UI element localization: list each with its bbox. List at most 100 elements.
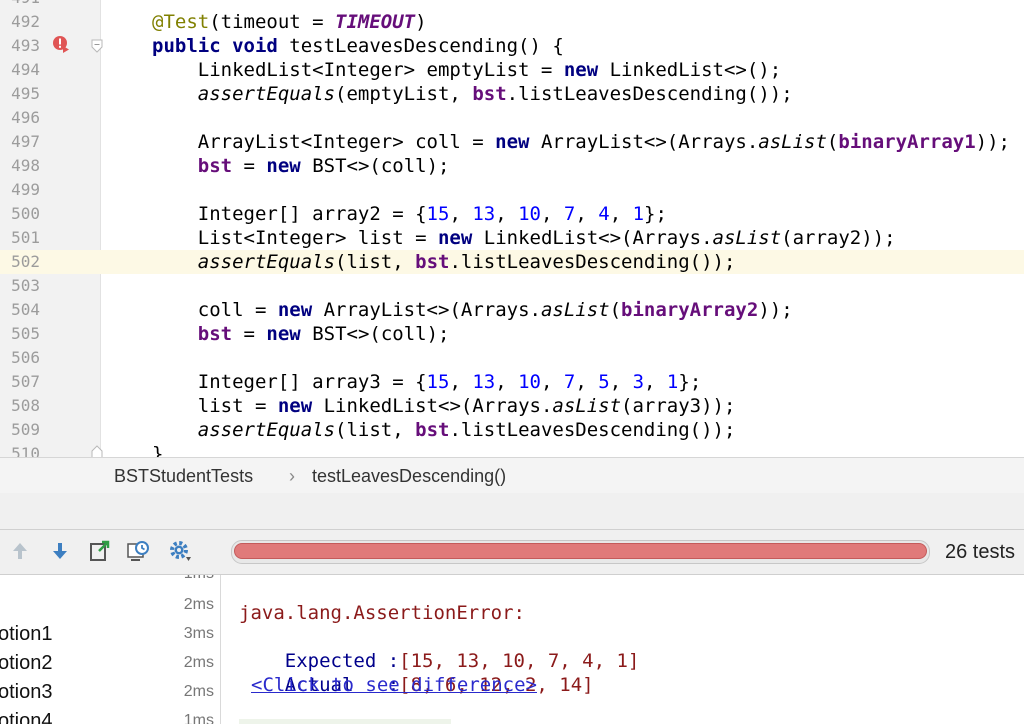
code-line[interactable]: 501 List<Integer> list = new LinkedList<… xyxy=(0,226,1024,250)
breadcrumb-class[interactable]: BSTStudentTests xyxy=(114,466,253,487)
code-line[interactable]: 497 ArrayList<Integer> coll = new ArrayL… xyxy=(0,130,1024,154)
diff-link[interactable]: <Click to see difference> xyxy=(251,673,537,697)
arrow-down-icon[interactable] xyxy=(48,539,72,563)
code-token: 7 xyxy=(563,203,576,225)
code-line[interactable]: 491 xyxy=(0,0,1024,10)
code-line[interactable]: 510} xyxy=(0,442,1024,457)
code-line[interactable]: 506 xyxy=(0,346,1024,370)
code-line[interactable]: 493 public void testLeavesDescending() { xyxy=(0,34,1024,58)
code-token: 3 xyxy=(632,371,645,393)
tool-window-header xyxy=(0,493,1024,530)
code-editor[interactable]: 491 492 @Test(timeout = TIMEOUT) 493 public … xyxy=(0,0,1024,457)
arrow-up-icon[interactable] xyxy=(8,539,32,563)
code-token: new xyxy=(277,299,324,321)
code-token: .listLeavesDescending()); xyxy=(506,83,793,105)
code-token: testLeavesDescending() { xyxy=(289,35,564,57)
code-line[interactable]: 508 list = new LinkedList<>(Arrays.asLis… xyxy=(0,394,1024,418)
code-token: ArrayList<>(Arrays. xyxy=(540,131,759,153)
tests-count-label: 26 tests xyxy=(945,541,1016,563)
code-token: ( xyxy=(609,299,622,321)
code-token: (timeout = xyxy=(209,11,336,33)
code-line[interactable]: 495 assertEquals(emptyList, bst.listLeav… xyxy=(0,82,1024,106)
code-line[interactable]: 507 Integer[] array3 = {15, 13, 10, 7, 5… xyxy=(0,370,1024,394)
test-row[interactable]: otion1 3ms xyxy=(0,621,220,650)
code-line[interactable]: 505 bst = new BST<>(coll); xyxy=(0,322,1024,346)
code-token: ( xyxy=(826,131,839,153)
test-results-tree[interactable]: 1ms 2ms otion1 3ms otion2 2ms otion3 2ms… xyxy=(0,575,221,724)
code-token: TIMEOUT xyxy=(335,11,416,33)
test-row[interactable]: otion3 2ms xyxy=(0,679,220,708)
code-token: BST<>(coll); xyxy=(312,323,450,345)
fold-marker-icon[interactable] xyxy=(91,39,103,53)
code-token: 10 xyxy=(518,371,541,393)
code-token: ArrayList<Integer> coll = xyxy=(152,131,496,153)
line-number: 507 xyxy=(11,372,40,391)
code-line[interactable]: 504 coll = new ArrayList<>(Arrays.asList… xyxy=(0,298,1024,322)
code-token: 5 xyxy=(598,371,610,393)
code-line[interactable]: 496 xyxy=(0,106,1024,130)
code-token: new xyxy=(495,131,541,153)
code-token: binaryArray2 xyxy=(621,299,759,321)
line-number: 498 xyxy=(11,156,40,175)
code-token: (list, xyxy=(335,419,416,441)
code-line[interactable]: 494 LinkedList<Integer> emptyList = new … xyxy=(0,58,1024,82)
code-line[interactable]: 502 assertEquals(list, bst.listLeavesDes… xyxy=(0,250,1024,274)
fold-end-marker-icon[interactable] xyxy=(91,445,103,457)
code-token: assertEquals xyxy=(197,251,336,273)
code-token: , xyxy=(541,203,564,225)
code-token: 15 xyxy=(426,371,450,393)
code-token: 4 xyxy=(598,203,610,225)
export-icon[interactable] xyxy=(88,539,112,563)
code-token: Integer[] array3 = { xyxy=(152,371,427,393)
code-token: 10 xyxy=(518,203,541,225)
code-token: 1 xyxy=(666,371,679,393)
code-line[interactable]: 509 assertEquals(list, bst.listLeavesDes… xyxy=(0,418,1024,442)
code-token: 13 xyxy=(472,203,496,225)
line-number: 501 xyxy=(11,228,40,247)
history-icon[interactable] xyxy=(126,539,150,563)
code-token: BST<>(coll); xyxy=(312,155,450,177)
test-row[interactable]: 2ms xyxy=(0,592,220,621)
code-token: , xyxy=(644,371,667,393)
assertion-error-line: java.lang.AssertionError: xyxy=(239,602,525,624)
code-token: new xyxy=(266,155,313,177)
breadcrumb-method[interactable]: testLeavesDescending() xyxy=(312,466,506,487)
code-text: coll = new ArrayList<>(Arrays.asList(bin… xyxy=(152,298,793,322)
code-token: LinkedList<Integer> emptyList = xyxy=(152,59,564,81)
code-line[interactable]: 492 @Test(timeout = TIMEOUT) xyxy=(0,10,1024,34)
line-number: 499 xyxy=(11,180,40,199)
line-number: 493 xyxy=(11,36,40,55)
test-row[interactable]: otion4 1ms xyxy=(0,708,220,724)
code-line[interactable]: 499 xyxy=(0,178,1024,202)
code-text: public void testLeavesDescending() { xyxy=(152,34,564,58)
code-token: Integer[] array2 = { xyxy=(152,203,427,225)
code-text: List<Integer> list = new LinkedList<>(Ar… xyxy=(152,226,896,250)
code-token: bst xyxy=(197,155,233,177)
code-token: assertEquals xyxy=(197,419,336,441)
code-token: bst xyxy=(472,83,507,105)
code-text: assertEquals(list, bst.listLeavesDescend… xyxy=(152,250,736,274)
code-token: = xyxy=(232,323,267,345)
console-output[interactable]: java.lang.AssertionError: Expected :[15,… xyxy=(221,575,1024,724)
code-token: , xyxy=(449,371,473,393)
code-line[interactable]: 498 bst = new BST<>(coll); xyxy=(0,154,1024,178)
code-text: @Test(timeout = TIMEOUT) xyxy=(152,10,427,34)
test-row[interactable]: 1ms xyxy=(0,575,220,590)
code-token: LinkedList<>(); xyxy=(609,59,782,81)
line-number: 492 xyxy=(11,12,40,31)
code-token: new xyxy=(563,59,610,81)
code-line[interactable]: 500 Integer[] array2 = {15, 13, 10, 7, 4… xyxy=(0,202,1024,226)
test-failed-run-icon[interactable] xyxy=(52,35,70,53)
code-token: (array2)); xyxy=(781,227,896,249)
code-token: = xyxy=(232,155,267,177)
code-text: list = new LinkedList<>(Arrays.asList(ar… xyxy=(152,394,736,418)
settings-gear-icon[interactable] xyxy=(168,539,192,563)
code-line[interactable]: 503 xyxy=(0,274,1024,298)
code-token: , xyxy=(609,371,633,393)
code-token: } xyxy=(152,443,164,457)
test-row[interactable]: otion2 2ms xyxy=(0,650,220,679)
line-number: 500 xyxy=(11,204,40,223)
